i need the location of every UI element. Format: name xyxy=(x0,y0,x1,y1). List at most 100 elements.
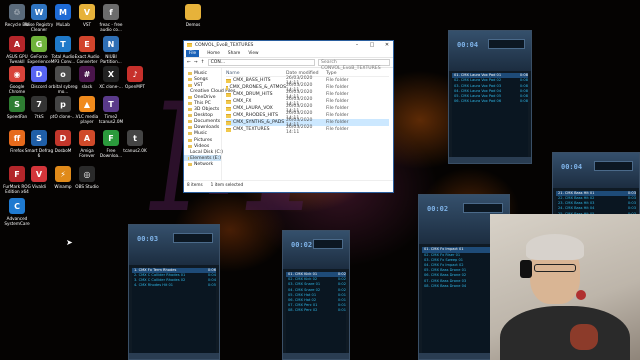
winamp-controls[interactable] xyxy=(449,157,531,163)
webcam-person-hair xyxy=(526,234,584,260)
file-explorer-window[interactable]: CONVOL_EvoB_TEXTURES – □ ✕ File Home Sha… xyxy=(183,40,394,193)
nav-item-label: Music xyxy=(194,131,208,137)
winamp-playlist: 01. CMX Laura Vox Pad 01 0:08 02. CMX Laur… xyxy=(452,73,528,157)
webcam-person-body xyxy=(500,306,630,360)
app-icon: D xyxy=(31,66,47,82)
nav-item-label: Pictures xyxy=(194,137,213,143)
app-icon: T xyxy=(55,36,71,52)
desktop-icon-label: OBS Studio xyxy=(75,184,99,189)
winamp-main-panel: 00:04 xyxy=(449,31,531,71)
column-name-header[interactable]: Name xyxy=(226,71,286,76)
minimize-icon[interactable]: – xyxy=(351,42,363,48)
file-type: File folder xyxy=(326,113,349,118)
ribbon-tab-home[interactable]: Home xyxy=(207,51,220,56)
winamp-controls[interactable] xyxy=(283,353,349,359)
winamp-visualizer xyxy=(313,239,343,249)
app-icon: N xyxy=(103,36,119,52)
webcam-overlay xyxy=(490,214,640,360)
folder-icon xyxy=(188,162,192,166)
app-icon: ◉ xyxy=(9,66,25,82)
desktop-icon[interactable]: Demos xyxy=(178,4,208,27)
playlist-row[interactable]: 08. CMX Perc 02 0:01 xyxy=(286,308,346,313)
app-icon: ff xyxy=(9,130,25,146)
ribbon-tab-share[interactable]: Share xyxy=(228,51,240,56)
folder-icon xyxy=(226,113,231,118)
winamp-player[interactable]: 00:02 01. CMX Kick 01 0:02 02. CMX Kick 02 0… xyxy=(282,230,350,360)
back-arrow-icon[interactable]: ← xyxy=(187,60,191,65)
nav-item-label: Local Disk (C:) xyxy=(190,149,224,155)
up-arrow-icon[interactable]: ↑ xyxy=(201,60,205,65)
file-name: CMX_SYNTHS_&_PADS xyxy=(233,120,285,125)
playlist-row[interactable]: 4. CMX Rhodes Hit 01 0:05 xyxy=(132,283,216,288)
folder-icon xyxy=(226,92,231,97)
winamp-visualizer xyxy=(488,39,525,49)
folder-icon xyxy=(188,120,192,124)
app-icon: ♪ xyxy=(127,66,143,82)
nav-item[interactable]: Local Disk (C:) xyxy=(184,149,224,155)
app-icon: S xyxy=(31,130,47,146)
file-date: 26/03/2020 14:11 xyxy=(286,124,313,135)
address-bar[interactable]: CON... xyxy=(207,59,315,66)
file-type: File folder xyxy=(326,99,349,104)
desktop-icon-label: freac - free audio co... xyxy=(99,22,123,32)
nav-item-label: VST xyxy=(194,82,203,88)
nav-item[interactable]: Elements (E:) xyxy=(184,155,221,162)
close-icon[interactable]: ✕ xyxy=(381,42,393,48)
app-icon: V xyxy=(79,4,95,20)
winamp-controls[interactable] xyxy=(129,353,219,359)
playlist-row[interactable]: 06. CMX Laura Vox Pad 06 0:08 xyxy=(452,99,528,104)
folder-icon xyxy=(188,71,192,75)
nav-item-label: Videos xyxy=(194,143,210,149)
explorer-status-bar: 8 items 1 item selected xyxy=(184,180,393,188)
nav-item[interactable]: Creative Cloud Files xyxy=(184,88,235,94)
winamp-time: 00:02 xyxy=(427,205,449,213)
desktop-icon[interactable]: N NIUBI Partition... xyxy=(96,36,126,64)
winamp-visualizer xyxy=(172,233,213,243)
app-icon: t xyxy=(127,130,143,146)
folder-icon xyxy=(188,108,192,112)
desktop-icon-label: OpenMPT xyxy=(125,84,145,89)
search-input[interactable]: Search CONVOL_EvoB_TEXTURES xyxy=(318,59,390,71)
ribbon-tab-view[interactable]: View xyxy=(248,51,258,56)
ribbon-tab-file[interactable]: File xyxy=(186,49,200,57)
track-duration: 0:01 xyxy=(337,308,346,313)
desktop-icon-label: Advanced SystemCare xyxy=(4,216,30,226)
desktop-icon[interactable]: t tcanus2.0K xyxy=(120,130,150,153)
maximize-icon[interactable]: □ xyxy=(366,42,378,48)
folder-icon xyxy=(226,120,231,125)
file-type: File folder xyxy=(326,85,349,90)
app-icon: C xyxy=(9,198,25,214)
column-type-header[interactable]: Type xyxy=(326,71,356,76)
track-duration: 0:08 xyxy=(519,99,528,104)
forward-arrow-icon[interactable]: → xyxy=(194,60,198,65)
app-icon: X xyxy=(103,66,119,82)
app-icon xyxy=(185,4,201,20)
file-name-cell: CMX_BASS_HITS xyxy=(226,78,286,83)
folder-icon xyxy=(188,114,192,118)
app-icon: ⚡ xyxy=(55,166,71,182)
desktop-icon[interactable]: f freac - free audio co... xyxy=(96,4,126,32)
desktop-icon[interactable]: ◎ OBS Studio xyxy=(72,166,102,189)
desktop-icon[interactable]: T Time2 tcanus2.0M xyxy=(96,96,126,124)
file-type: File folder xyxy=(326,78,349,83)
nav-item[interactable]: Network xyxy=(184,161,221,167)
status-selected-count: 1 item selected xyxy=(210,182,244,187)
folder-icon xyxy=(226,106,231,111)
mouse-cursor-icon: ➤ xyxy=(66,238,73,247)
explorer-title-bar[interactable]: CONVOL_EvoB_TEXTURES – □ ✕ xyxy=(184,41,393,49)
app-icon: G xyxy=(31,36,47,52)
file-row[interactable]: CMX_TEXTURES 26/03/2020 14:11 File folder xyxy=(226,124,389,135)
desktop-icon-label: NIUBI Partition... xyxy=(100,54,122,64)
folder-icon xyxy=(226,78,231,83)
winamp-player[interactable]: 00:03 1. CMX Fx Term Rhodes 0:06 2. CMX C C… xyxy=(128,224,220,360)
folder-icon xyxy=(226,127,231,132)
nav-item-label: Music xyxy=(194,70,208,76)
folder-icon xyxy=(188,102,192,106)
desktop-icon[interactable]: ♪ OpenMPT xyxy=(120,66,150,89)
folder-icon xyxy=(188,132,192,136)
winamp-player[interactable]: 00:04 01. CMX Laura Vox Pad 01 0:08 02. CMX… xyxy=(448,30,532,164)
folder-icon xyxy=(188,144,192,148)
app-icon: ♲ xyxy=(9,4,25,20)
file-name-cell: CMX_SYNTHS_&_PADS xyxy=(226,120,286,125)
desktop-icon[interactable]: C Advanced SystemCare xyxy=(2,198,32,226)
